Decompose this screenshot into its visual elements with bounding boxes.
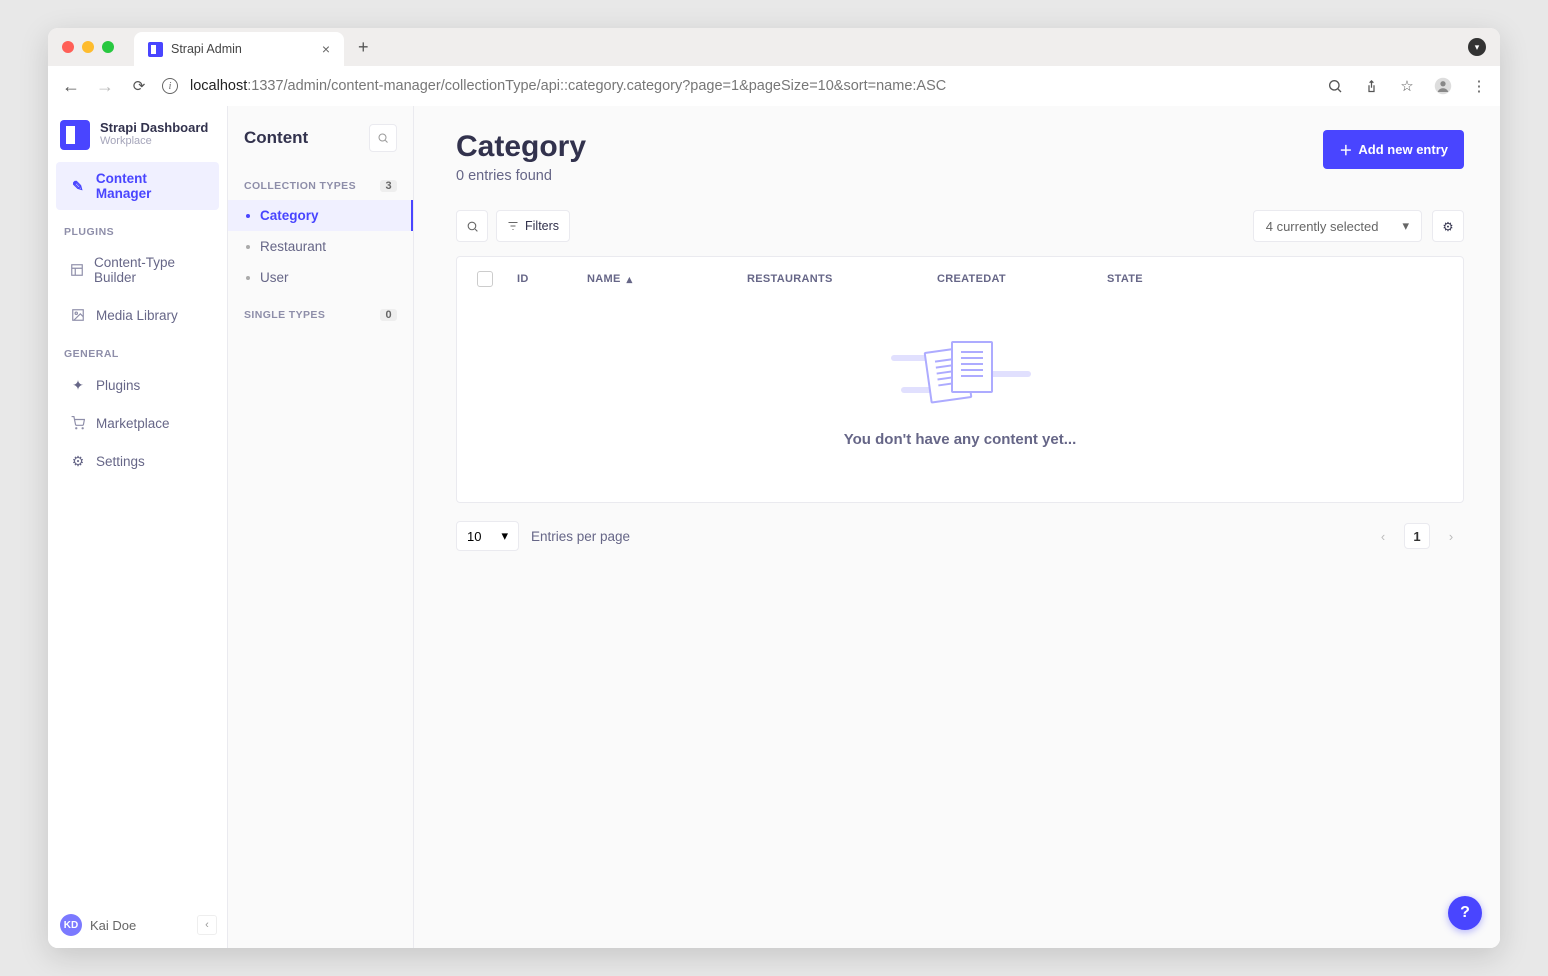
nav-label: Plugins [96, 378, 140, 393]
search-icon[interactable] [1326, 77, 1344, 95]
nav-section-general: GENERAL [48, 334, 227, 366]
prev-page-button[interactable]: ‹ [1370, 523, 1396, 549]
share-icon[interactable] [1362, 77, 1380, 95]
add-button-label: Add new entry [1358, 142, 1448, 157]
nav-settings[interactable]: ⚙ Settings [56, 444, 219, 478]
bookmark-star-icon[interactable]: ☆ [1398, 77, 1416, 95]
layout-icon [70, 262, 84, 278]
user-footer[interactable]: KD Kai Doe ‹ [48, 902, 227, 948]
window-controls[interactable] [62, 41, 114, 53]
filter-icon [507, 220, 519, 232]
filters-button[interactable]: Filters [496, 210, 570, 242]
url-field[interactable]: localhost:1337/admin/content-manager/col… [190, 78, 946, 94]
nav-label: Marketplace [96, 416, 170, 431]
per-page-label: Entries per page [531, 529, 630, 544]
page-size-select[interactable]: 10 ▾ [456, 521, 519, 551]
table-settings-button[interactable]: ⚙ [1432, 210, 1464, 242]
col-createdat[interactable]: CREATEDAT [937, 273, 1107, 285]
new-tab-button[interactable]: + [358, 37, 369, 58]
nav-label: Settings [96, 454, 145, 469]
puzzle-icon: ✦ [70, 377, 86, 393]
brand-title: Strapi Dashboard [100, 120, 208, 135]
collection-types-header: COLLECTION TYPES 3 [228, 164, 413, 200]
plus-icon: ＋ [1339, 140, 1352, 159]
empty-illustration [905, 341, 1015, 411]
collection-count-badge: 3 [380, 180, 397, 192]
profile-icon[interactable] [1434, 77, 1452, 95]
close-tab-icon[interactable]: × [322, 41, 330, 57]
forward-button[interactable]: → [94, 76, 116, 97]
tab-title: Strapi Admin [171, 42, 242, 56]
collapse-sidebar-button[interactable]: ‹ [197, 915, 217, 935]
nav-marketplace[interactable]: Marketplace [56, 406, 219, 440]
user-name: Kai Doe [90, 918, 136, 933]
next-page-button[interactable]: › [1438, 523, 1464, 549]
selected-label: 4 currently selected [1266, 219, 1379, 234]
maximize-window[interactable] [102, 41, 114, 53]
content-sidebar: Content COLLECTION TYPES 3 Category Rest… [228, 106, 414, 948]
table-header: ID NAME▴ RESTAURANTS CREATEDAT STATE [457, 257, 1463, 301]
sort-asc-icon: ▴ [627, 273, 633, 286]
content-panel-title: Content [244, 128, 308, 148]
kebab-menu-icon[interactable]: ⋮ [1470, 77, 1488, 95]
reload-button[interactable]: ⟳ [128, 77, 150, 95]
entries-table: ID NAME▴ RESTAURANTS CREATEDAT STATE You… [456, 256, 1464, 503]
browser-tab[interactable]: Strapi Admin × [134, 32, 344, 66]
caret-down-icon: ▾ [1402, 218, 1409, 234]
content-icon: ✎ [70, 178, 86, 194]
col-name[interactable]: NAME▴ [587, 273, 747, 286]
col-id[interactable]: ID [517, 273, 587, 285]
main-sidebar: Strapi Dashboard Workplace ✎ Content Man… [48, 106, 228, 948]
collection-type-category[interactable]: Category [228, 200, 413, 231]
search-content-types-button[interactable] [369, 124, 397, 152]
page-size-value: 10 [467, 529, 481, 544]
browser-addressbar: ← → ⟳ i localhost:1337/admin/content-man… [48, 66, 1500, 106]
nav-label: Content Manager [96, 171, 205, 201]
page-number[interactable]: 1 [1404, 523, 1430, 549]
nav-label: Content-Type Builder [94, 255, 205, 285]
back-button[interactable]: ← [60, 76, 82, 97]
image-icon [70, 307, 86, 323]
single-count-badge: 0 [380, 309, 397, 321]
filters-label: Filters [525, 219, 559, 233]
caret-down-icon: ▾ [501, 528, 508, 544]
site-info-icon[interactable]: i [162, 78, 178, 94]
close-window[interactable] [62, 41, 74, 53]
collection-type-restaurant[interactable]: Restaurant [228, 231, 413, 262]
tab-overflow-icon[interactable] [1468, 38, 1486, 56]
select-all-checkbox[interactable] [477, 271, 493, 287]
nav-content-type-builder[interactable]: Content-Type Builder [56, 246, 219, 294]
empty-state: You don't have any content yet... [457, 301, 1463, 502]
page-title: Category [456, 130, 586, 164]
collection-type-user[interactable]: User [228, 262, 413, 293]
help-fab-button[interactable]: ? [1448, 896, 1482, 930]
brand-subtitle: Workplace [100, 135, 208, 147]
browser-titlebar: Strapi Admin × + [48, 28, 1500, 66]
brand-logo [60, 120, 90, 150]
col-restaurants[interactable]: RESTAURANTS [747, 273, 937, 285]
empty-text: You don't have any content yet... [457, 431, 1463, 448]
cart-icon [70, 415, 86, 431]
nav-label: Media Library [96, 308, 178, 323]
add-new-entry-button[interactable]: ＋ Add new entry [1323, 130, 1464, 169]
tab-favicon [148, 42, 163, 57]
main-content: Category 0 entries found ＋ Add new entry… [414, 106, 1500, 948]
minimize-window[interactable] [82, 41, 94, 53]
nav-content-manager[interactable]: ✎ Content Manager [56, 162, 219, 210]
single-types-header: SINGLE TYPES 0 [228, 293, 413, 329]
avatar: KD [60, 914, 82, 936]
nav-media-library[interactable]: Media Library [56, 298, 219, 332]
columns-selected-dropdown[interactable]: 4 currently selected ▾ [1253, 210, 1422, 242]
brand-block: Strapi Dashboard Workplace [48, 106, 227, 160]
nav-section-plugins: PLUGINS [48, 212, 227, 244]
gear-icon: ⚙ [70, 453, 86, 469]
page-subtitle: 0 entries found [456, 168, 586, 184]
nav-plugins[interactable]: ✦ Plugins [56, 368, 219, 402]
search-entries-button[interactable] [456, 210, 488, 242]
col-state[interactable]: STATE [1107, 273, 1443, 285]
